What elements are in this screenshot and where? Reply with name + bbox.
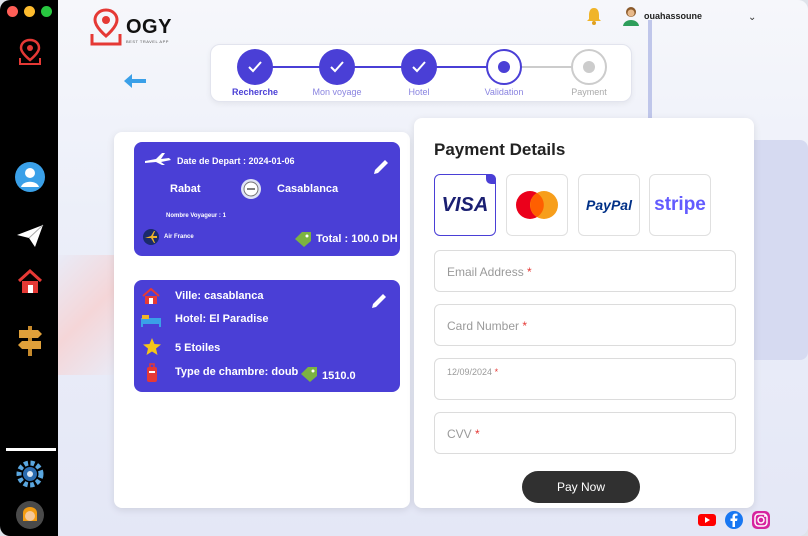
settings-gear-icon[interactable] — [13, 457, 47, 491]
edit-pencil-icon[interactable] — [370, 292, 388, 310]
hotel-city: Ville: casablanca — [175, 290, 264, 302]
room-type: Type de chambre: doub — [175, 366, 299, 378]
current-step-dot — [498, 61, 510, 73]
visa-logo: VISA — [441, 193, 489, 216]
sidebar — [0, 0, 58, 536]
step-label-recherche: Recherche — [231, 87, 279, 97]
signpost-icon[interactable] — [13, 323, 47, 357]
swap-circle-icon[interactable] — [240, 178, 262, 200]
flight-card: Date de Depart : 2024-01-06 Rabat Casabl… — [134, 142, 400, 256]
hotel-stars: 5 Etoiles — [175, 342, 221, 354]
instagram-icon[interactable] — [751, 510, 771, 530]
airline-name: Air France — [164, 234, 194, 240]
edit-pencil-icon[interactable] — [372, 158, 390, 176]
payment-title: Payment Details — [434, 140, 566, 159]
house-icon — [142, 288, 160, 304]
step-payment[interactable] — [571, 49, 607, 85]
step-label-payment: Payment — [571, 87, 607, 97]
step-mon-voyage[interactable] — [319, 49, 355, 85]
facebook-icon[interactable] — [724, 510, 744, 530]
paypal-logo: PayPal — [586, 197, 632, 213]
hotel-price: 1510.0 — [322, 370, 356, 382]
luggage-icon — [147, 363, 157, 382]
progress-stepper: Recherche Mon voyage Hotel Validation Pa… — [210, 44, 632, 102]
chevron-down-icon[interactable]: ⌄ — [748, 12, 756, 23]
profile-icon[interactable] — [13, 160, 47, 194]
flight-total: Total : 100.0 DH — [316, 233, 398, 245]
departure-date: Date de Depart : 2024-01-06 — [177, 156, 295, 166]
user-menu[interactable]: ouahassoune — [622, 6, 702, 26]
map-pin-logo-icon[interactable] — [13, 35, 47, 69]
step-recherche[interactable] — [237, 49, 273, 85]
card-number-field[interactable]: Card Number * — [434, 304, 736, 346]
email-input[interactable] — [435, 251, 735, 291]
bg-stripe — [58, 255, 118, 375]
check-icon — [412, 61, 426, 73]
selected-check-icon — [486, 174, 496, 184]
visa-option[interactable]: VISA — [434, 174, 496, 236]
pending-step-dot — [583, 61, 595, 73]
expiry-date-field[interactable]: 12/09/2024 * — [434, 358, 736, 400]
airline-logo-icon — [143, 229, 159, 245]
notification-bell-icon[interactable] — [585, 6, 603, 31]
logo-pin-icon — [90, 8, 122, 46]
mastercard-logo-icon — [516, 191, 558, 219]
maximize-window-button[interactable] — [41, 6, 52, 17]
star-icon — [143, 338, 161, 355]
card-number-input[interactable] — [435, 305, 735, 345]
sidebar-divider — [6, 448, 56, 451]
bed-icon — [141, 315, 161, 327]
minimize-window-button[interactable] — [24, 6, 35, 17]
origin-city: Rabat — [170, 183, 201, 195]
user-avatar-icon — [623, 7, 639, 26]
step-label-hotel: Hotel — [408, 87, 430, 97]
check-icon — [248, 61, 262, 73]
mastercard-option[interactable] — [506, 174, 568, 236]
paypal-option[interactable]: PayPal — [578, 174, 640, 236]
close-window-button[interactable] — [7, 6, 18, 17]
price-tag-icon — [301, 367, 317, 382]
airplane-icon — [145, 153, 171, 165]
home-icon[interactable] — [13, 265, 47, 299]
destination-city: Casablanca — [277, 183, 339, 195]
paper-plane-icon[interactable] — [13, 219, 47, 253]
app-logo: OGY BEST TRAVEL APP — [88, 8, 172, 46]
step-validation[interactable] — [486, 49, 522, 85]
youtube-icon[interactable] — [697, 510, 717, 530]
check-icon — [330, 61, 344, 73]
step-label-mon-voyage: Mon voyage — [312, 87, 362, 97]
step-hotel[interactable] — [401, 49, 437, 85]
app-window: OGY BEST TRAVEL APP ouahassoune ⌄ Recher… — [0, 0, 808, 536]
hotel-name: Hotel: El Paradise — [175, 313, 269, 325]
avatar-icon[interactable] — [13, 498, 47, 532]
travelers-count: Nombre Voyageur : 1 — [166, 213, 226, 219]
expiry-date-input[interactable] — [435, 359, 735, 399]
stripe-option[interactable]: stripe — [649, 174, 711, 236]
cvv-input[interactable] — [435, 413, 735, 453]
price-tag-icon — [295, 232, 311, 247]
logo-tagline: BEST TRAVEL APP — [126, 39, 169, 44]
pay-now-button[interactable]: Pay Now — [522, 471, 640, 503]
stripe-logo: stripe — [654, 194, 706, 215]
hotel-card: Ville: casablanca Hotel: El Paradise 5 E… — [134, 280, 400, 392]
user-name: ouahassoune — [644, 11, 703, 21]
logo-text: OGY — [126, 15, 172, 38]
cvv-field[interactable]: CVV * — [434, 412, 736, 454]
step-label-validation: Validation — [484, 87, 524, 97]
email-field[interactable]: Email Address * — [434, 250, 736, 292]
back-arrow-icon[interactable] — [122, 72, 148, 95]
